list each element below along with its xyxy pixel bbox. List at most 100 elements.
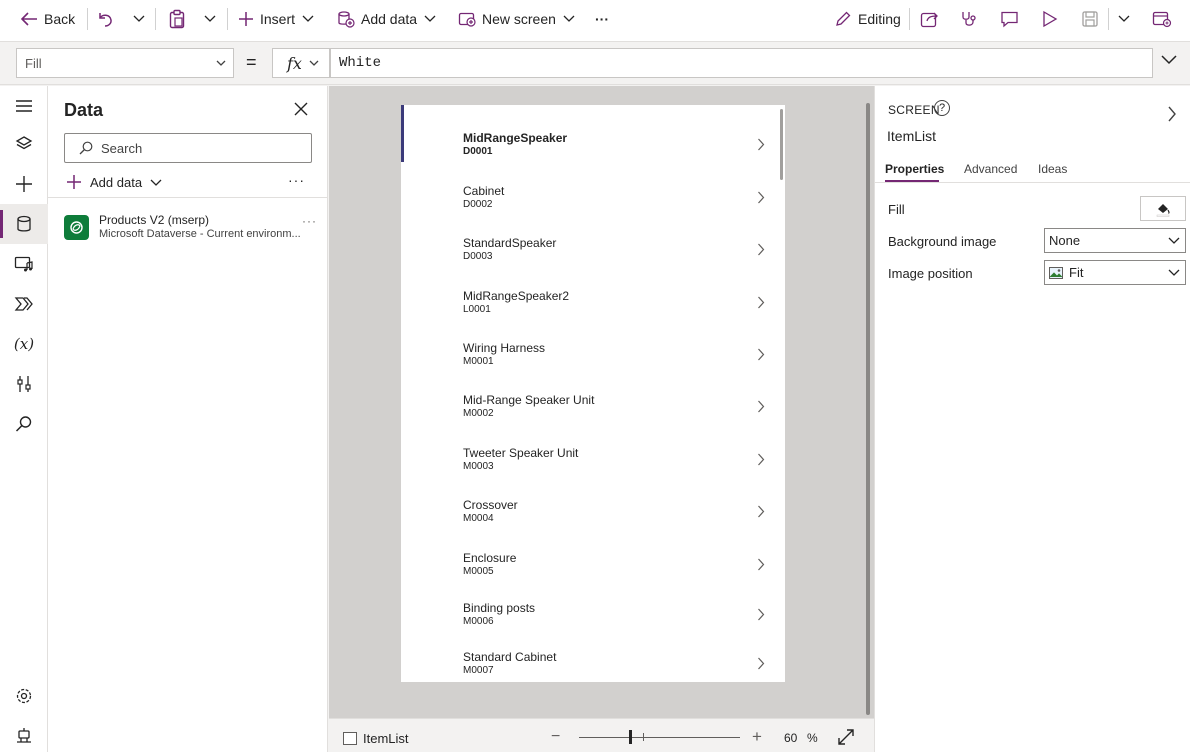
paste-button[interactable] (168, 0, 186, 38)
rail-settings-button[interactable] (0, 676, 48, 716)
publish-button[interactable] (1152, 0, 1172, 38)
gallery-item[interactable]: Cabinet D0002 (401, 166, 785, 218)
gallery-item[interactable]: Mid-Range Speaker Unit M0002 (401, 375, 785, 427)
rail-search-button[interactable] (0, 404, 48, 444)
property-dropdown[interactable]: Fill (16, 48, 234, 78)
gallery-item[interactable]: MidRangeSpeaker D0001 (401, 113, 785, 165)
comment-icon (1000, 10, 1020, 28)
tab-properties[interactable]: Properties (885, 162, 944, 176)
chevron-right-icon[interactable] (757, 558, 765, 571)
zoom-in-button[interactable]: + (752, 727, 762, 747)
data-pane-more-button[interactable]: ··· (288, 172, 305, 188)
expand-formula-button[interactable] (1160, 54, 1178, 66)
comments-button[interactable] (1000, 0, 1020, 38)
rail-menu-button[interactable] (0, 86, 48, 126)
gallery-item-subtitle: M0002 (463, 408, 494, 419)
plus-icon (238, 11, 254, 27)
left-rail: (x) (0, 86, 48, 752)
gallery-item[interactable]: Enclosure M0005 (401, 533, 785, 585)
control-name[interactable]: ItemList (887, 128, 936, 144)
rail-power-automate-button[interactable] (0, 284, 48, 324)
gallery-item-title: Standard Cabinet (463, 650, 557, 664)
chevron-right-icon[interactable] (757, 400, 765, 413)
status-bar: ItemList − + 60 % (329, 718, 874, 752)
gallery-item[interactable]: Binding posts M0006 (401, 583, 785, 635)
chevron-right-icon[interactable] (757, 243, 765, 256)
paint-bucket-icon (1155, 201, 1171, 217)
editing-button[interactable]: Editing (834, 0, 901, 38)
chevron-right-icon[interactable] (757, 657, 765, 670)
data-source-item[interactable]: Products V2 (mserp) Microsoft Dataverse … (64, 212, 324, 242)
rail-advanced-tools-button[interactable] (0, 364, 48, 404)
separator (155, 8, 156, 30)
image-position-dropdown[interactable]: Fit (1044, 260, 1186, 285)
fx-button[interactable]: fx (272, 48, 330, 78)
app-screen[interactable]: MidRangeSpeaker D0001 Cabinet D0002 Standard… (401, 105, 785, 682)
formula-input[interactable]: White (330, 48, 1153, 78)
rail-data-button[interactable] (0, 204, 48, 244)
back-button[interactable]: Back (20, 0, 75, 38)
canvas-scrollbar[interactable] (866, 103, 870, 715)
chevron-right-icon[interactable] (757, 453, 765, 466)
save-dropdown-button[interactable] (1117, 0, 1131, 38)
rail-tree-view-button[interactable] (0, 124, 48, 164)
insert-button[interactable]: Insert (238, 0, 315, 38)
zoom-slider-thumb[interactable] (629, 730, 632, 744)
chevron-right-icon[interactable] (757, 505, 765, 518)
undo-icon (96, 10, 114, 28)
undo-button[interactable] (96, 0, 114, 38)
add-data-button[interactable]: Add data (66, 172, 162, 192)
gallery-item[interactable]: StandardSpeaker D0003 (401, 218, 785, 270)
properties-pane: SCREEN ? ItemList Properties Advanced Id… (874, 86, 1190, 752)
collapse-properties-button[interactable] (1167, 106, 1177, 122)
new-screen-button[interactable]: New screen (458, 0, 576, 38)
gallery-item[interactable]: Wiring Harness M0001 (401, 323, 785, 375)
gallery-item[interactable]: Standard Cabinet M0007 (401, 632, 785, 682)
data-source-more-button[interactable]: ··· (302, 214, 317, 228)
more-icon: ··· (595, 11, 609, 27)
add-data-button[interactable]: Add data (337, 0, 437, 38)
divider (875, 182, 1190, 183)
share-button[interactable] (920, 0, 940, 38)
gallery-scrollbar[interactable] (780, 109, 783, 180)
preview-button[interactable] (1042, 0, 1058, 38)
fit-to-window-button[interactable] (838, 729, 854, 745)
stethoscope-icon (960, 10, 978, 28)
close-data-pane-button[interactable] (294, 102, 308, 116)
help-icon[interactable]: ? (934, 100, 950, 116)
chevron-right-icon[interactable] (757, 138, 765, 151)
zoom-slider-track[interactable] (579, 737, 740, 738)
gallery-item-subtitle: M0006 (463, 616, 494, 627)
chevron-right-icon[interactable] (757, 296, 765, 309)
rail-virtual-agent-button[interactable] (0, 716, 48, 752)
zoom-out-button[interactable]: − (551, 728, 560, 746)
rail-insert-button[interactable] (0, 164, 48, 204)
undo-dropdown-button[interactable] (132, 0, 146, 38)
rail-variables-button[interactable]: (x) (0, 324, 48, 364)
chevron-right-icon[interactable] (757, 191, 765, 204)
screen-name-label: ItemList (363, 731, 409, 746)
gallery-item[interactable]: MidRangeSpeaker2 L0001 (401, 271, 785, 323)
tab-ideas[interactable]: Ideas (1038, 162, 1067, 176)
advanced-tools-icon (17, 375, 31, 393)
gallery-item[interactable]: Tweeter Speaker Unit M0003 (401, 428, 785, 480)
rail-media-button[interactable] (0, 244, 48, 284)
fill-color-picker[interactable] (1140, 196, 1186, 221)
zoom-value[interactable]: 60 (784, 731, 797, 745)
app-checker-button[interactable] (960, 0, 978, 38)
search-icon (15, 415, 33, 433)
new-screen-icon (458, 11, 476, 27)
chevron-right-icon[interactable] (757, 348, 765, 361)
gallery-item-title: Binding posts (463, 601, 536, 615)
gallery-item[interactable]: Crossover M0004 (401, 480, 785, 532)
chevron-right-icon[interactable] (757, 608, 765, 621)
data-search-input[interactable]: Search (64, 133, 312, 163)
save-button[interactable] (1081, 0, 1099, 38)
paste-dropdown-button[interactable] (203, 0, 217, 38)
screen-checkbox[interactable] (343, 732, 357, 745)
background-image-dropdown[interactable]: None (1044, 228, 1186, 253)
tab-advanced[interactable]: Advanced (964, 162, 1017, 176)
more-commands-button[interactable]: ··· (595, 0, 609, 38)
gallery-item-subtitle: D0003 (463, 251, 493, 262)
chevron-down-icon (1160, 54, 1178, 66)
